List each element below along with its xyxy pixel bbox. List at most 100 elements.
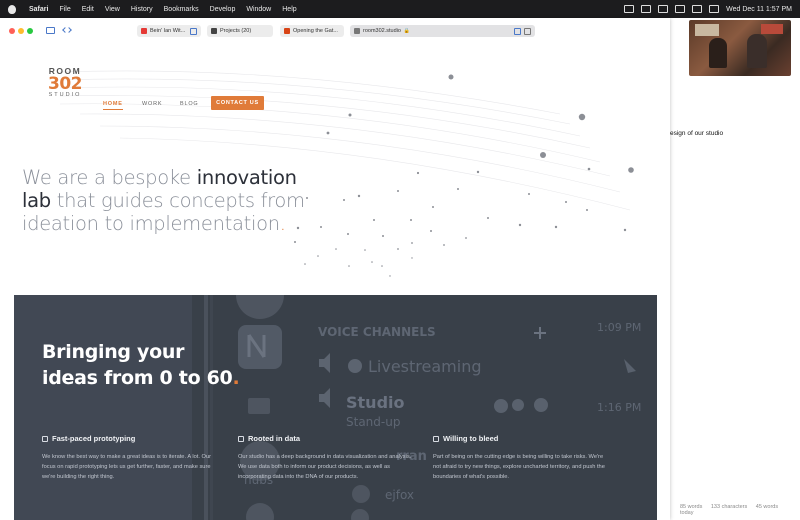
- background-chat-icon: [494, 399, 508, 413]
- background-time: 1:09 PM: [597, 321, 642, 334]
- background-divider: [210, 295, 213, 520]
- feature-banner: VOICE CHANNELS Livestreaming Studio Stan…: [14, 295, 657, 520]
- speaker-icon[interactable]: [190, 27, 197, 35]
- shield-icon[interactable]: [524, 27, 531, 35]
- background-gear-icon: [534, 398, 548, 412]
- menu-bookmarks[interactable]: Bookmarks: [164, 6, 199, 13]
- menu-help[interactable]: Help: [282, 6, 296, 13]
- minimize-window-button[interactable]: [18, 28, 24, 34]
- projects-favicon-icon: [211, 28, 217, 34]
- room302-logo[interactable]: ROOM 302 STUDIO: [44, 66, 86, 98]
- tab-projects[interactable]: Projects (20): [207, 25, 273, 37]
- feature-willing-to-bleed: Willing to bleed Part of being on the cu…: [433, 434, 609, 482]
- background-avatar: [351, 509, 369, 520]
- hero-emphasis: lab: [22, 189, 51, 212]
- tab-room302-studio[interactable]: room302.studio 🔒: [350, 25, 535, 37]
- contact-us-button[interactable]: CONTACT US: [211, 96, 264, 110]
- background-speaker-icon: [319, 353, 330, 373]
- menu-window[interactable]: Window: [246, 6, 271, 13]
- sidebar-toggle-icon[interactable]: [46, 27, 55, 34]
- hammer-icon: [433, 435, 439, 442]
- picture-in-picture-video[interactable]: [689, 20, 791, 76]
- logo-302: 302: [48, 74, 83, 94]
- feature-title: Fast-paced prototyping: [52, 434, 136, 443]
- address-url[interactable]: room302.studio: [363, 28, 401, 34]
- menu-extras: Wed Dec 11 1:57 PM: [624, 0, 792, 18]
- video-background-sign: [695, 24, 719, 36]
- background-add-user-icon: [512, 399, 524, 411]
- close-window-button[interactable]: [9, 28, 15, 34]
- background-plus-icon: [534, 327, 546, 339]
- document-text-snippet: esign of our studio: [670, 130, 724, 137]
- page-favicon-icon: [284, 28, 290, 34]
- feature-description: We know the best way to make a great ide…: [42, 454, 212, 480]
- menu-clock[interactable]: Wed Dec 11 1:57 PM: [726, 6, 792, 13]
- feature-heading: Fast-paced prototyping: [42, 434, 218, 443]
- youtube-favicon-icon: [141, 28, 147, 34]
- banner-title-line: Bringing your: [42, 341, 185, 363]
- hero-emphasis: innovation: [196, 166, 297, 189]
- browser-toolbar: Bein' Ian Wit... Projects (20) Opening t…: [0, 18, 670, 45]
- tab-bein-ian-with[interactable]: Bein' Ian Wit...: [137, 25, 201, 37]
- menu-bar: Safari File Edit View History Bookmarks …: [0, 0, 800, 18]
- lock-icon: 🔒: [403, 28, 411, 34]
- zoom-window-button[interactable]: [27, 28, 33, 34]
- menu-file[interactable]: File: [59, 6, 70, 13]
- safari-window: Bein' Ian Wit... Projects (20) Opening t…: [0, 18, 670, 520]
- background-pin-icon: [624, 359, 636, 373]
- word-count-status: 85 words 133 characters 45 words today: [680, 504, 800, 516]
- tab-group-icon[interactable]: [63, 27, 72, 34]
- background-avatar: [352, 485, 370, 503]
- menu-app-safari[interactable]: Safari: [29, 6, 48, 13]
- logo-studio: STUDIO: [48, 92, 82, 98]
- search-icon[interactable]: [692, 5, 703, 13]
- background-divider: [204, 295, 208, 520]
- particle-dots: [294, 74, 634, 277]
- hero-headline: We are a bespoke innovation lab that guid…: [22, 166, 342, 235]
- background-avatar: [246, 503, 274, 520]
- rocket-icon: [42, 435, 48, 442]
- chart-icon: [238, 435, 244, 442]
- background-time: 1:16 PM: [597, 401, 642, 414]
- hero-text: that guides concepts from ideation to im…: [22, 189, 305, 235]
- calendar-icon[interactable]: [624, 5, 635, 13]
- menu-edit[interactable]: Edit: [82, 6, 94, 13]
- hero-text: We are a bespoke: [22, 166, 197, 189]
- feature-rooted-in-data: Rooted in data Our studio has a deep bac…: [238, 434, 414, 482]
- character-count: 133 characters: [710, 504, 748, 510]
- speaker-icon[interactable]: [514, 27, 521, 35]
- banner-title-line: ideas from 0 to 60: [42, 367, 233, 389]
- video-person: [747, 34, 767, 68]
- tab-label: Opening the Gat...: [293, 28, 338, 34]
- video-person: [709, 38, 727, 68]
- feature-description: Our studio has a deep background in data…: [238, 454, 412, 480]
- background-avatar: [236, 295, 284, 319]
- site-favicon-icon: [354, 28, 360, 34]
- wifi-icon[interactable]: [675, 5, 686, 13]
- desktop-area: esign of our studio 85 words 133 charact…: [670, 18, 800, 520]
- control-center-icon[interactable]: [709, 5, 720, 13]
- tab-opening-the-gate[interactable]: Opening the Gat...: [280, 25, 344, 37]
- background-speaker-icon: [319, 388, 330, 408]
- banner-title-dot: .: [232, 367, 240, 389]
- background-avatar: [348, 359, 362, 373]
- feature-heading: Rooted in data: [238, 434, 414, 443]
- apple-icon[interactable]: [8, 4, 16, 14]
- menu-develop[interactable]: Develop: [210, 6, 236, 13]
- background-livestreaming: Livestreaming: [368, 357, 482, 376]
- nav-work-link[interactable]: WORK: [142, 101, 162, 107]
- nav-home-link[interactable]: HOME: [103, 101, 123, 110]
- background-voice-channels: VOICE CHANNELS: [318, 325, 436, 339]
- background-ejfox: ejfox: [385, 488, 415, 502]
- background-standup: Stand-up: [346, 415, 401, 429]
- menu-view[interactable]: View: [105, 6, 120, 13]
- battery-icon[interactable]: [658, 5, 669, 13]
- feature-title: Willing to bleed: [443, 434, 499, 443]
- menu-history[interactable]: History: [131, 6, 153, 13]
- nav-blog-link[interactable]: BLOG: [180, 101, 198, 107]
- background-folder-icon: [248, 398, 270, 414]
- tab-label: Bein' Ian Wit...: [150, 28, 186, 34]
- screen-icon[interactable]: [641, 5, 652, 13]
- webpage: ROOM 302 STUDIO HOME WORK BLOG CONTACT U…: [0, 44, 670, 520]
- feature-fast-paced-prototyping: Fast-paced prototyping We know the best …: [42, 434, 218, 482]
